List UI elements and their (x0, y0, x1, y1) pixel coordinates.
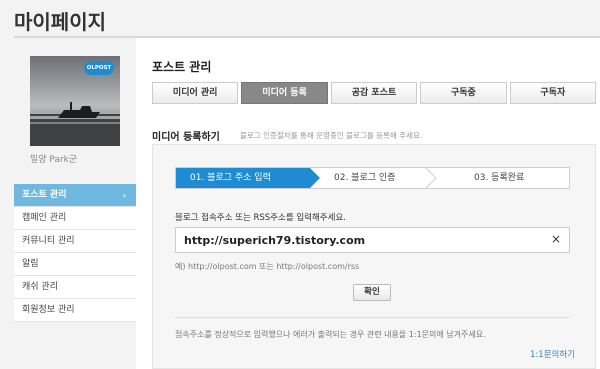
register-panel: 01. 블로그 주소 입력 02. 블로그 인증 03. 등록완료 블로그 접속… (152, 144, 596, 369)
sidebar-item-label: 캠페인 관리 (22, 213, 67, 223)
sidebar-item-label: 캐쉬 관리 (22, 282, 58, 292)
sidebar-item-member-info[interactable]: 회원정보 관리 (14, 299, 136, 322)
step-1: 01. 블로그 주소 입력 (176, 168, 320, 188)
notice-text: 접속주소를 정상적으로 입력했으나 에러가 출력되는 경우 관련 내용을 1:1… (175, 330, 486, 339)
profile-image[interactable]: OLPOST (30, 56, 120, 146)
sidebar-item-label: 포스트 관리 (22, 190, 67, 200)
main-content: 포스트 관리 미디어 관리 미디어 등록 공감 포스트 구독중 구독자 미디어 … (136, 38, 600, 369)
sidebar-item-community-management[interactable]: 커뮤니티 관리 (14, 230, 136, 253)
tab-empathy-posts[interactable]: 공감 포스트 (330, 82, 418, 104)
step-2: 02. 블로그 인증 (334, 173, 396, 183)
page-title: 마이페이지 (14, 10, 106, 34)
inquiry-link[interactable]: 1:1문의하기 (530, 348, 575, 360)
blog-url-input[interactable] (184, 232, 534, 248)
sidebar-item-label: 회원정보 관리 (22, 305, 75, 315)
url-field: × (175, 227, 570, 253)
profile-name: 밀양 Park군 (30, 155, 78, 165)
chevron-right-icon: › (122, 191, 126, 200)
sidebar-item-campaign-management[interactable]: 캠페인 관리 (14, 207, 136, 230)
sub-description: 블로그 인증절차를 통해 운영중인 블로그를 등록해 주세요. (240, 131, 423, 140)
section-title: 포스트 관리 (152, 60, 212, 74)
tab-subscribing[interactable]: 구독중 (420, 82, 507, 104)
url-field-label: 블로그 접속주소 또는 RSS주소를 입력해주세요. (175, 213, 346, 223)
step-indicator: 01. 블로그 주소 입력 02. 블로그 인증 03. 등록완료 (175, 167, 570, 189)
confirm-button[interactable]: 확인 (353, 284, 391, 301)
sidebar-item-label: 커뮤니티 관리 (22, 236, 75, 246)
sidebar-item-notifications[interactable]: 알림 (14, 253, 136, 276)
tab-bar: 미디어 관리 미디어 등록 공감 포스트 구독중 구독자 (152, 82, 597, 104)
tab-media-register[interactable]: 미디어 등록 (241, 82, 328, 104)
close-icon[interactable]: × (551, 232, 561, 246)
example-text: 예) http://olpost.com 또는 http://olpost.co… (175, 262, 360, 271)
panel-divider (175, 317, 570, 318)
side-menu: 포스트 관리 › 캠페인 관리 커뮤니티 관리 알림 캐쉬 관리 회원정보 관리 (14, 184, 136, 322)
sidebar-item-cash-management[interactable]: 캐쉬 관리 (14, 276, 136, 299)
sub-title: 미디어 등록하기 (152, 132, 220, 143)
step-3: 03. 등록완료 (474, 173, 525, 183)
sidebar-item-label: 알림 (22, 259, 39, 269)
sidebar-item-post-management[interactable]: 포스트 관리 › (14, 184, 136, 207)
olpost-logo-badge: OLPOST (84, 61, 114, 75)
tab-media-management[interactable]: 미디어 관리 (152, 82, 239, 104)
step-separator (424, 168, 438, 188)
tab-subscribers[interactable]: 구독자 (509, 82, 597, 104)
sidebar: OLPOST 밀양 Park군 포스트 관리 › 캠페인 관리 커뮤니티 관리 … (14, 38, 136, 369)
